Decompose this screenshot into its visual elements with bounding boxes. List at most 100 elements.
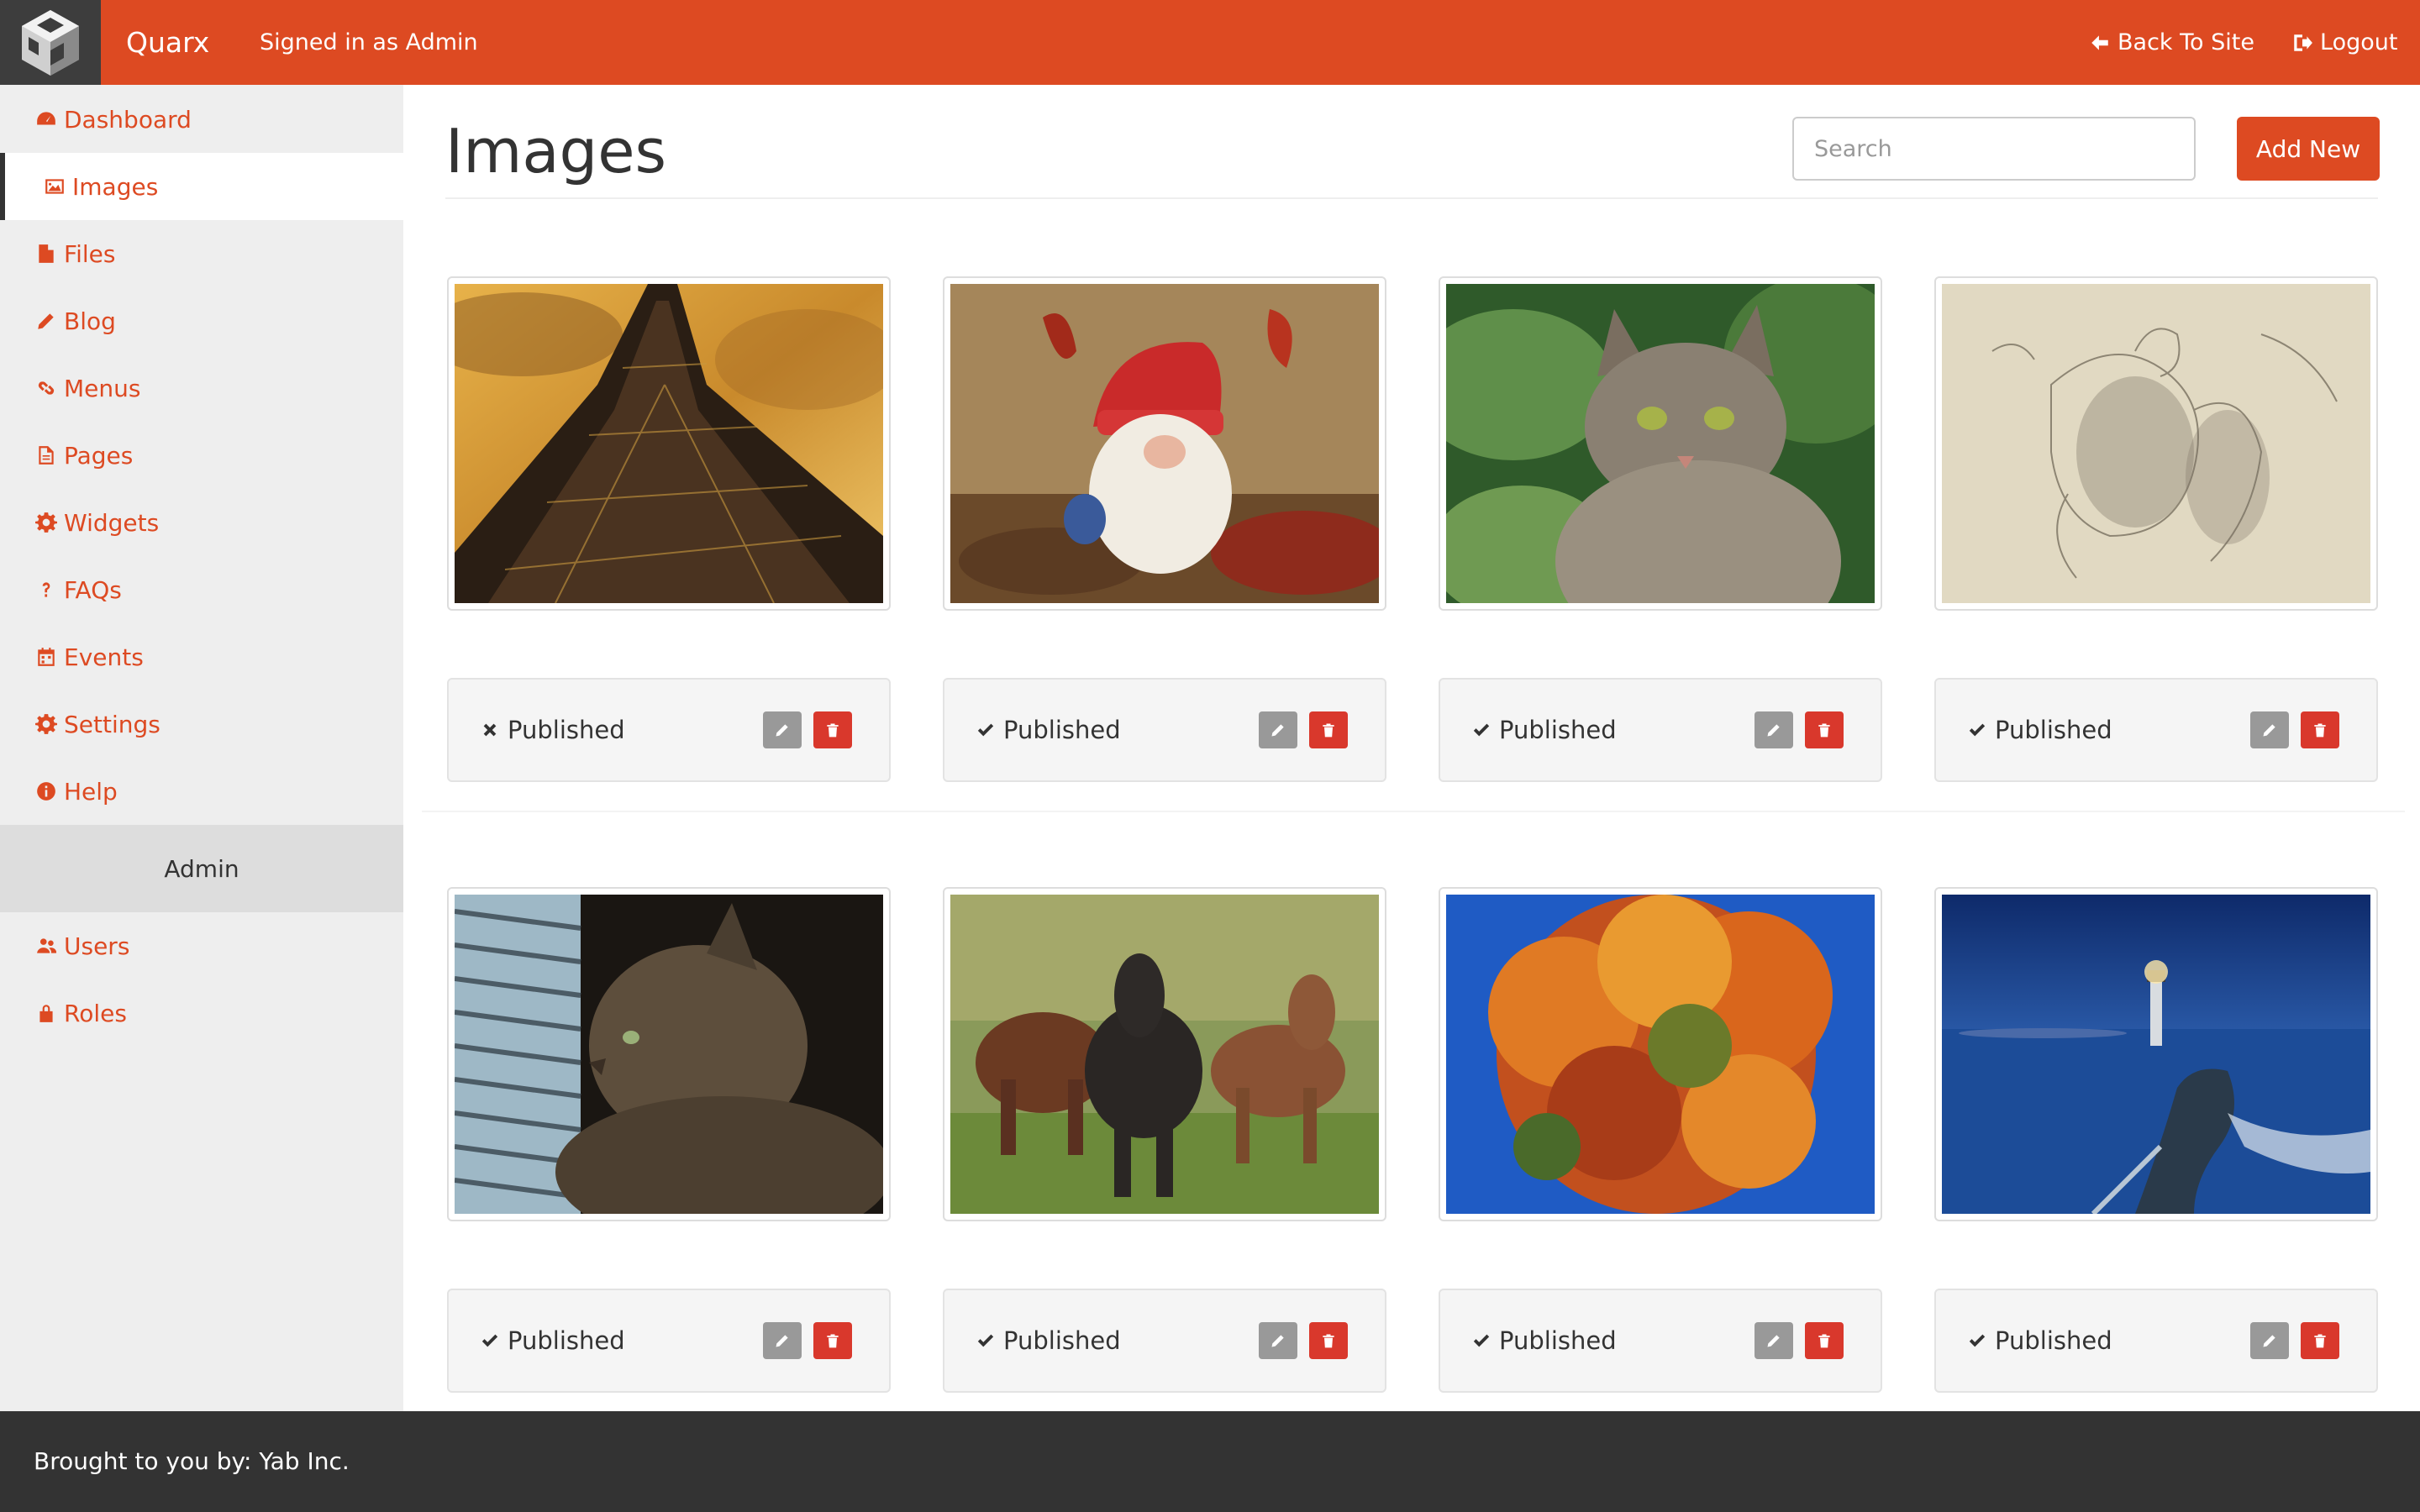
add-new-button[interactable]: Add New xyxy=(2237,117,2380,181)
sidebar-item-label: Roles xyxy=(64,999,127,1027)
sidebar-item-images[interactable]: Images xyxy=(0,153,403,220)
sidebar-item-faqs[interactable]: FAQs xyxy=(0,556,403,623)
quarx-logo-icon[interactable] xyxy=(0,0,101,85)
status-text: Published xyxy=(1499,716,1617,744)
edit-button[interactable] xyxy=(763,1322,802,1359)
page-icon xyxy=(34,443,59,468)
delete-button[interactable] xyxy=(813,711,852,748)
delete-button[interactable] xyxy=(1309,711,1348,748)
sidebar-item-files[interactable]: Files xyxy=(0,220,403,287)
logout-link[interactable]: Logout xyxy=(2291,0,2397,85)
sidebar-item-help[interactable]: Help xyxy=(0,758,403,825)
sidebar-item-label: FAQs xyxy=(64,575,122,604)
trash-icon xyxy=(2314,723,2326,738)
image-card-footer: Published xyxy=(447,678,891,782)
image-card-footer: Published xyxy=(1439,1289,1882,1393)
dashboard-icon xyxy=(34,107,59,132)
sidebar-item-roles[interactable]: Roles xyxy=(0,979,403,1047)
sidebar-item-settings[interactable]: Settings xyxy=(0,690,403,758)
sidebar: Dashboard Images Files Blog Menus Pages … xyxy=(0,85,403,1411)
image-thumbnail-lighthouse[interactable] xyxy=(1934,887,2378,1221)
image-thumbnail-cat-at-window[interactable] xyxy=(447,887,891,1221)
users-icon xyxy=(34,933,59,958)
image-thumbnail-gnome-plush[interactable] xyxy=(943,276,1386,611)
brand-link[interactable]: Quarx xyxy=(126,0,209,85)
trash-icon xyxy=(827,723,839,738)
arrow-left-icon xyxy=(2091,34,2108,50)
pencil-icon xyxy=(2263,1335,2275,1347)
trash-icon xyxy=(1818,1334,1830,1348)
check-icon xyxy=(1472,1331,1491,1350)
status-text: Published xyxy=(1499,1326,1617,1355)
sidebar-item-label: Menus xyxy=(64,374,141,402)
status-label: Published xyxy=(976,680,1121,780)
edit-button[interactable] xyxy=(1754,1322,1793,1359)
trash-icon xyxy=(827,1334,839,1348)
sidebar-item-users[interactable]: Users xyxy=(0,912,403,979)
edit-button[interactable] xyxy=(1259,1322,1297,1359)
status-text: Published xyxy=(508,1326,625,1355)
sidebar-item-blog[interactable]: Blog xyxy=(0,287,403,354)
delete-button[interactable] xyxy=(1805,1322,1844,1359)
sidebar-item-dashboard[interactable]: Dashboard xyxy=(0,86,403,153)
edit-button[interactable] xyxy=(1259,711,1297,748)
trash-icon xyxy=(2314,1334,2326,1348)
search-input[interactable] xyxy=(1792,117,2196,181)
image-thumbnail-eiffel-tower[interactable] xyxy=(447,276,891,611)
edit-button[interactable] xyxy=(1754,711,1793,748)
image-thumbnail-tabby-cat[interactable] xyxy=(1439,276,1882,611)
image-thumbnail-autumn-tree[interactable] xyxy=(1439,887,1882,1221)
signed-in-label: Signed in as Admin xyxy=(260,29,478,55)
check-icon xyxy=(1968,721,1986,739)
calendar-icon xyxy=(34,644,59,669)
sidebar-item-pages[interactable]: Pages xyxy=(0,422,403,489)
trash-icon xyxy=(1323,1334,1334,1348)
sidebar-section-admin: Admin xyxy=(0,825,403,912)
image-card-footer: Published xyxy=(943,1289,1386,1393)
delete-button[interactable] xyxy=(2301,711,2339,748)
check-icon xyxy=(1968,1331,1986,1350)
sidebar-item-events[interactable]: Events xyxy=(0,623,403,690)
sidebar-item-label: Help xyxy=(64,777,118,806)
pencil-icon xyxy=(776,724,788,737)
back-to-site-label: Back To Site xyxy=(2118,29,2254,55)
pencil-icon xyxy=(34,308,59,333)
pencil-icon xyxy=(2263,724,2275,737)
sidebar-item-label: Users xyxy=(64,932,130,960)
sidebar-item-label: Pages xyxy=(64,441,134,470)
pencil-icon xyxy=(776,1335,788,1347)
delete-button[interactable] xyxy=(1805,711,1844,748)
status-label: Published xyxy=(481,1290,625,1391)
image-card-footer: Published xyxy=(1934,1289,2378,1393)
status-label: Published xyxy=(1968,1290,2112,1391)
gear-icon xyxy=(34,510,59,535)
info-icon xyxy=(34,779,59,804)
sidebar-item-menus[interactable]: Menus xyxy=(0,354,403,422)
logout-label: Logout xyxy=(2320,29,2398,55)
image-thumbnail-sketch-drawing[interactable] xyxy=(1934,276,2378,611)
status-text: Published xyxy=(1995,1326,2112,1355)
sidebar-item-label: Events xyxy=(64,643,144,671)
edit-button[interactable] xyxy=(763,711,802,748)
sidebar-item-label: Dashboard xyxy=(64,105,192,134)
back-to-site-link[interactable]: Back To Site xyxy=(2089,0,2254,85)
delete-button[interactable] xyxy=(2301,1322,2339,1359)
lock-icon xyxy=(34,1000,59,1026)
check-icon xyxy=(481,1331,499,1350)
edit-button[interactable] xyxy=(2250,1322,2289,1359)
check-icon xyxy=(976,721,995,739)
delete-button[interactable] xyxy=(1309,1322,1348,1359)
image-thumbnail-ponies[interactable] xyxy=(943,887,1386,1221)
image-card-footer: Published xyxy=(1934,678,2378,782)
title-divider xyxy=(445,197,2378,199)
sidebar-item-label: Settings xyxy=(64,710,160,738)
question-icon xyxy=(34,577,59,602)
site-footer: Brought to you by: Yab Inc. xyxy=(0,1411,2420,1512)
top-navbar: Quarx Signed in as Admin Back To Site Lo… xyxy=(0,0,2420,85)
status-label: Published xyxy=(481,680,625,780)
trash-icon xyxy=(1818,723,1830,738)
edit-button[interactable] xyxy=(2250,711,2289,748)
delete-button[interactable] xyxy=(813,1322,852,1359)
status-text: Published xyxy=(1003,716,1121,744)
sidebar-item-widgets[interactable]: Widgets xyxy=(0,489,403,556)
